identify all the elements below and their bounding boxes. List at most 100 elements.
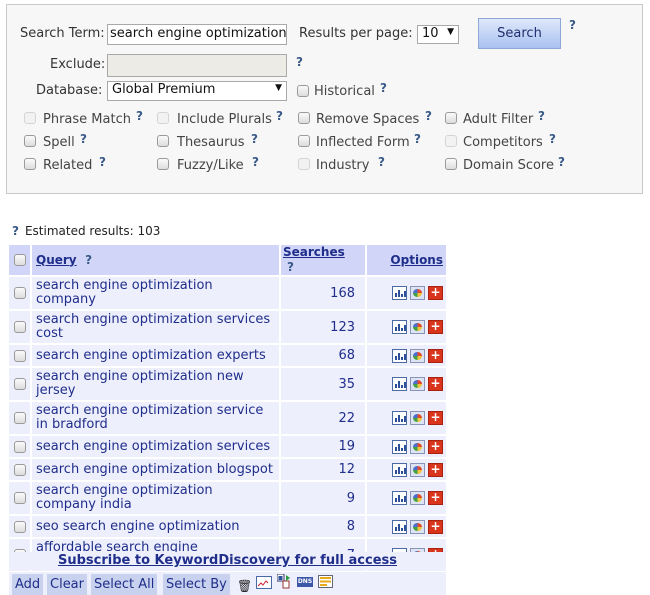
pie-chart-icon[interactable] [410, 519, 425, 534]
table-row: seo search engine optimization 8 + [9, 515, 448, 539]
industry-checkbox[interactable] [298, 158, 310, 170]
domain-score-checkbox[interactable] [445, 158, 457, 170]
searches-help-icon[interactable]: ? [287, 260, 294, 274]
spell-checkbox[interactable] [24, 135, 36, 147]
search-term-input[interactable]: search engine optimization [107, 24, 287, 45]
row-checkbox[interactable] [14, 349, 26, 362]
estimated-help-icon[interactable]: ? [12, 224, 19, 238]
pie-chart-icon[interactable] [410, 439, 425, 454]
query-text[interactable]: search engine optimization blogspot [36, 461, 275, 479]
inflected-form-checkbox[interactable] [298, 135, 310, 147]
query-text[interactable]: search engine optimization new jersey [36, 368, 275, 400]
query-text[interactable]: search engine optimization services [36, 438, 275, 456]
row-checkbox[interactable] [14, 412, 26, 424]
add-icon[interactable]: + [428, 491, 443, 505]
query-sort-link[interactable]: Query [36, 253, 77, 267]
row-checkbox[interactable] [14, 440, 26, 453]
fuzzy-like-checkbox[interactable] [157, 158, 169, 170]
bar-chart-icon[interactable] [392, 519, 407, 534]
bar-chart-icon[interactable] [392, 320, 407, 334]
chevron-down-icon: ▼ [275, 83, 282, 93]
add-icon[interactable]: + [428, 348, 443, 363]
thesaurus-help-icon[interactable]: ? [251, 132, 258, 146]
query-text[interactable]: search engine optimization experts [36, 347, 275, 365]
options-cell: + [366, 515, 448, 539]
add-icon[interactable]: + [428, 462, 443, 477]
bar-chart-icon[interactable] [392, 439, 407, 454]
export-icon[interactable] [276, 573, 291, 589]
search-button[interactable]: Search [478, 18, 561, 49]
adult-filter-checkbox[interactable] [445, 112, 457, 124]
competitors-checkbox[interactable] [445, 135, 457, 147]
select-by-button[interactable]: Select By [163, 574, 230, 595]
bar-chart-icon[interactable] [392, 411, 407, 425]
row-select-cell [9, 310, 32, 345]
clear-button[interactable]: Clear [47, 574, 87, 595]
bar-chart-icon[interactable] [392, 377, 407, 391]
exclude-input[interactable] [107, 54, 287, 77]
remove-spaces-help-icon[interactable]: ? [425, 109, 432, 123]
bar-chart-icon[interactable] [392, 462, 407, 477]
exclude-help-icon[interactable]: ? [296, 55, 303, 69]
bar-chart-icon[interactable] [392, 348, 407, 363]
query-text[interactable]: search engine optimization service in br… [36, 402, 275, 434]
pie-chart-icon[interactable] [410, 320, 425, 334]
pie-chart-icon[interactable] [410, 348, 425, 363]
include-plurals-checkbox[interactable] [157, 112, 169, 124]
add-icon[interactable]: + [428, 439, 443, 454]
database-select[interactable]: Global Premium ▼ [107, 81, 287, 101]
historical-checkbox[interactable] [297, 85, 309, 97]
historical-help-icon[interactable]: ? [380, 81, 387, 95]
query-text[interactable]: search engine optimization company india [36, 482, 275, 514]
pie-chart-icon[interactable] [410, 491, 425, 505]
add-button[interactable]: Add [12, 574, 44, 595]
bar-chart-icon[interactable] [392, 491, 407, 505]
row-checkbox[interactable] [14, 463, 26, 476]
dns-icon[interactable]: DNS [297, 577, 313, 587]
inflected-form-help-icon[interactable]: ? [414, 132, 421, 146]
pie-chart-icon[interactable] [410, 377, 425, 391]
select-all-checkbox[interactable] [14, 254, 26, 266]
add-icon[interactable]: + [428, 286, 443, 300]
pie-chart-icon[interactable] [410, 462, 425, 477]
line-chart-icon[interactable] [256, 576, 272, 589]
list-icon[interactable] [318, 575, 333, 588]
bar-chart-icon[interactable] [392, 286, 407, 300]
query-text[interactable]: search engine optimization company [36, 277, 275, 309]
results-per-page-select[interactable]: 10 ▼ [417, 25, 459, 44]
industry-help-icon[interactable]: ? [378, 155, 385, 169]
phrase-match-checkbox[interactable] [24, 112, 36, 124]
row-checkbox[interactable] [14, 321, 26, 333]
add-icon[interactable]: + [428, 377, 443, 391]
row-checkbox[interactable] [14, 287, 26, 299]
trash-icon[interactable]: 🗑 [237, 580, 252, 592]
options-link[interactable]: Options [390, 253, 443, 267]
searches-sort-link[interactable]: Searches [283, 245, 345, 259]
fuzzy-like-help-icon[interactable]: ? [252, 155, 259, 169]
subscribe-link[interactable]: Subscribe to KeywordDiscovery for full a… [9, 552, 446, 570]
spell-help-icon[interactable]: ? [80, 132, 87, 146]
thesaurus-checkbox[interactable] [157, 135, 169, 147]
table-row: search engine optimization experts 68 + [9, 344, 448, 368]
related-checkbox[interactable] [24, 158, 36, 170]
add-icon[interactable]: + [428, 519, 443, 534]
add-icon[interactable]: + [428, 320, 443, 334]
search-help-icon[interactable]: ? [569, 18, 576, 32]
pie-chart-icon[interactable] [410, 411, 425, 425]
phrase-match-help-icon[interactable]: ? [136, 109, 143, 123]
query-text[interactable]: seo search engine optimization [36, 518, 275, 536]
competitors-help-icon[interactable]: ? [549, 132, 556, 146]
related-help-icon[interactable]: ? [99, 155, 106, 169]
row-checkbox[interactable] [14, 492, 26, 504]
remove-spaces-checkbox[interactable] [298, 112, 310, 124]
pie-chart-icon[interactable] [410, 286, 425, 300]
adult-filter-help-icon[interactable]: ? [538, 109, 545, 123]
row-checkbox[interactable] [14, 378, 26, 390]
query-text[interactable]: search engine optimization services cost [36, 311, 275, 343]
add-icon[interactable]: + [428, 411, 443, 425]
include-plurals-help-icon[interactable]: ? [276, 109, 283, 123]
row-checkbox[interactable] [14, 520, 26, 533]
select-all-button[interactable]: Select All [91, 574, 158, 595]
domain-score-help-icon[interactable]: ? [558, 155, 565, 169]
query-help-icon[interactable]: ? [85, 253, 92, 267]
